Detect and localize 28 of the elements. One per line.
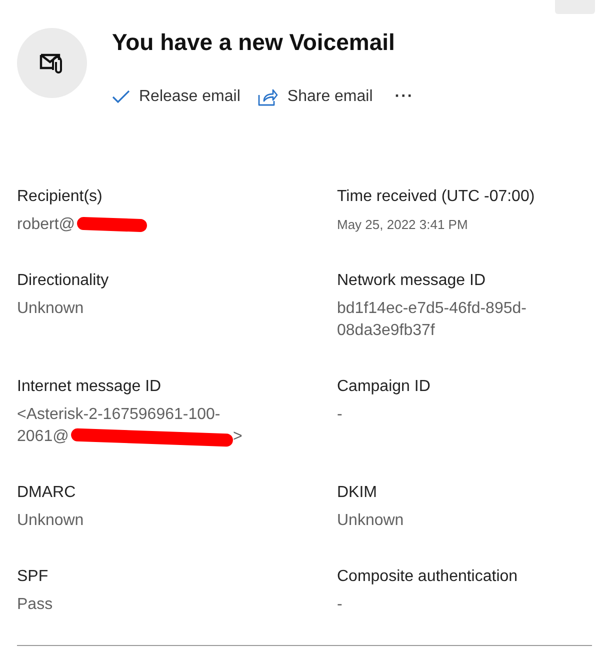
share-email-button[interactable]: Share email	[258, 88, 373, 106]
field-value: Unknown	[337, 512, 404, 529]
field-value: -	[337, 596, 342, 613]
field-label: Time received (UTC -07:00)	[337, 188, 536, 206]
field-value: robert@	[17, 216, 76, 233]
field-label: SPF	[17, 568, 50, 586]
field-label: Directionality	[17, 272, 110, 290]
field-value: Unknown	[17, 300, 84, 317]
field-value: Unknown	[17, 512, 84, 529]
field-label: Composite authentication	[337, 568, 519, 586]
release-email-button[interactable]: Release email	[112, 88, 240, 106]
field-value: Pass	[17, 596, 53, 613]
field-value: >	[233, 427, 242, 447]
more-button[interactable]: ···	[394, 88, 414, 106]
share-icon	[258, 88, 278, 106]
email-title: You have a new Voicemail	[112, 29, 396, 56]
field-value: May 25, 2022 3:41 PM	[337, 217, 468, 232]
field-label: Internet message ID	[17, 378, 162, 396]
field-value: bd1f14ec-e7d5-46fd-895d-08da3e9fb37f	[337, 300, 526, 339]
field-label: DKIM	[337, 484, 378, 502]
field-label: Campaign ID	[337, 378, 432, 396]
field-value: <Asterisk-2-167596961-100-2061@	[17, 405, 222, 447]
checkmark-icon	[112, 90, 130, 104]
envelope-clip-icon	[39, 52, 65, 74]
field-label: Network message ID	[337, 272, 486, 290]
field-value: -	[337, 406, 342, 423]
field-label: DMARC	[17, 484, 77, 502]
field-label: Recipient(s)	[17, 188, 104, 206]
